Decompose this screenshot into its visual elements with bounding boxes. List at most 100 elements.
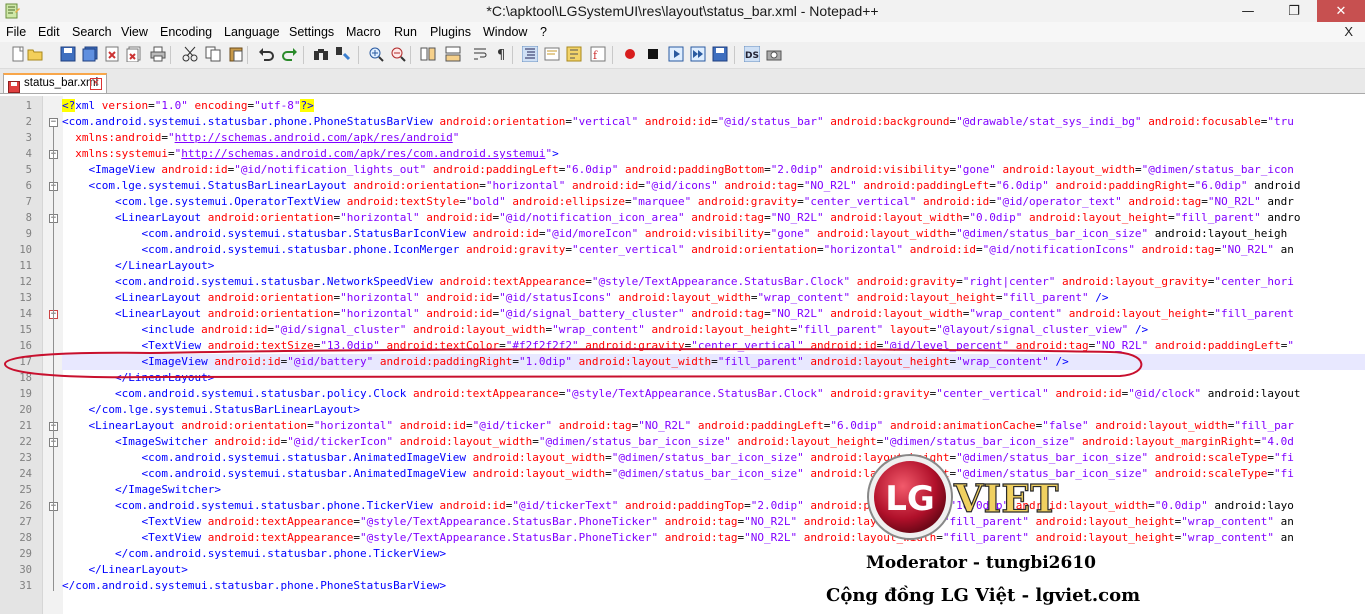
menu-plugins[interactable]: Plugins bbox=[430, 25, 471, 39]
code-line[interactable]: <TextView android:textAppearance="@style… bbox=[62, 514, 1293, 530]
window-title: *C:\apktool\LGSystemUI\res\layout\status… bbox=[486, 3, 879, 19]
code-line[interactable]: xmlns:systemui="http://schemas.android.c… bbox=[62, 146, 558, 162]
code-line[interactable]: </LinearLayout> bbox=[62, 258, 214, 274]
tab-close-icon[interactable]: × bbox=[90, 78, 102, 90]
user-lang-icon[interactable] bbox=[544, 46, 560, 62]
menu-encoding[interactable]: Encoding bbox=[160, 25, 212, 39]
code-line[interactable]: <com.android.systemui.statusbar.NetworkS… bbox=[62, 274, 1294, 290]
code-line[interactable]: <com.android.systemui.statusbar.phone.Ph… bbox=[62, 114, 1294, 130]
maximize-button[interactable]: ❐ bbox=[1271, 0, 1317, 22]
code-line[interactable]: xmlns:android="http://schemas.android.co… bbox=[62, 130, 459, 146]
code-line[interactable]: </ImageSwitcher> bbox=[62, 482, 221, 498]
spell-check-icon[interactable] bbox=[766, 46, 782, 62]
code-line[interactable]: <?xml version="1.0" encoding="utf-8"?> bbox=[62, 98, 314, 114]
sync-horizontal-icon[interactable] bbox=[445, 46, 461, 62]
zoom-in-icon[interactable] bbox=[368, 46, 384, 62]
save-all-icon[interactable] bbox=[82, 46, 98, 62]
indent-guide-icon[interactable] bbox=[522, 46, 538, 62]
toolbar-separator bbox=[512, 46, 513, 64]
menu-search[interactable]: Search bbox=[72, 25, 112, 39]
function-list-icon[interactable]: f bbox=[590, 46, 606, 62]
minimize-button[interactable]: — bbox=[1225, 0, 1271, 22]
svg-text:DS: DS bbox=[745, 51, 759, 61]
line-number: 31 bbox=[19, 580, 32, 592]
save-icon[interactable] bbox=[60, 46, 76, 62]
line-number: 24 bbox=[19, 468, 32, 480]
line-number: 19 bbox=[19, 388, 32, 400]
redo-icon[interactable] bbox=[282, 46, 298, 62]
run-macro-multiple-icon[interactable] bbox=[690, 46, 706, 62]
copy-icon[interactable] bbox=[205, 46, 221, 62]
menu-window[interactable]: Window bbox=[483, 25, 527, 39]
code-line[interactable]: </LinearLayout> bbox=[62, 370, 214, 386]
find-icon[interactable] bbox=[313, 46, 329, 62]
close-icon[interactable] bbox=[104, 46, 120, 62]
undo-icon[interactable] bbox=[258, 46, 274, 62]
line-number: 4 bbox=[25, 148, 32, 160]
line-number: 5 bbox=[25, 164, 32, 176]
code-line[interactable]: <ImageView android:id="@id/battery" andr… bbox=[62, 354, 1068, 370]
fold-toggle[interactable]: − bbox=[49, 118, 58, 127]
save-macro-icon[interactable] bbox=[712, 46, 728, 62]
code-editor[interactable]: 1 2 3 4 5 6 7 8 9 10 11 12 13 14 15 16 17 18 19 20 21 22 23 24 2… bbox=[0, 96, 1365, 614]
paste-icon[interactable] bbox=[228, 46, 244, 62]
code-line[interactable]: <com.android.systemui.statusbar.policy.C… bbox=[62, 386, 1301, 402]
code-line[interactable]: <com.android.systemui.statusbar.phone.Ti… bbox=[62, 498, 1294, 514]
zoom-out-icon[interactable] bbox=[390, 46, 406, 62]
play-macro-icon[interactable] bbox=[668, 46, 684, 62]
code-line[interactable]: <com.lge.systemui.OperatorTextView andro… bbox=[62, 194, 1294, 210]
code-line[interactable]: </LinearLayout> bbox=[62, 562, 188, 578]
doc-map-icon[interactable] bbox=[566, 46, 582, 62]
code-line[interactable]: </com.android.systemui.statusbar.phone.T… bbox=[62, 546, 446, 562]
menu-view[interactable]: View bbox=[121, 25, 148, 39]
line-number: 14 bbox=[19, 308, 32, 320]
sync-vertical-icon[interactable] bbox=[420, 46, 436, 62]
line-number: 7 bbox=[25, 196, 32, 208]
code-line[interactable]: </com.android.systemui.statusbar.phone.P… bbox=[62, 578, 446, 594]
open-file-icon[interactable] bbox=[27, 46, 43, 62]
menu-macro[interactable]: Macro bbox=[346, 25, 381, 39]
line-number: 18 bbox=[19, 372, 32, 384]
line-number-gutter: 1 2 3 4 5 6 7 8 9 10 11 12 13 14 15 16 17 18 19 20 21 22 23 24 2… bbox=[0, 96, 42, 614]
new-file-icon[interactable] bbox=[10, 46, 26, 62]
stop-macro-icon[interactable] bbox=[645, 46, 661, 62]
tab-bar: status_bar.xml × bbox=[0, 69, 1365, 94]
code-line[interactable]: <LinearLayout android:orientation="horiz… bbox=[62, 306, 1294, 322]
line-number: 12 bbox=[19, 276, 32, 288]
show-all-chars-icon[interactable]: ¶ bbox=[494, 46, 510, 62]
print-icon[interactable] bbox=[150, 46, 166, 62]
code-line[interactable]: <LinearLayout android:orientation="horiz… bbox=[62, 210, 1301, 226]
code-line[interactable]: </com.lge.systemui.StatusBarLinearLayout… bbox=[62, 402, 361, 418]
word-wrap-icon[interactable] bbox=[472, 46, 488, 62]
code-line[interactable]: <LinearLayout android:orientation="horiz… bbox=[62, 418, 1294, 434]
code-line[interactable]: <com.lge.systemui.StatusBarLinearLayout … bbox=[62, 178, 1301, 194]
tab-status-bar-xml[interactable]: status_bar.xml × bbox=[3, 73, 107, 93]
close-document-button[interactable]: X bbox=[1344, 24, 1353, 39]
menu-file[interactable]: File bbox=[6, 25, 26, 39]
menu-help[interactable]: ? bbox=[540, 25, 547, 39]
code-line[interactable]: <ImageSwitcher android:id="@id/tickerIco… bbox=[62, 434, 1294, 450]
code-line[interactable]: <com.android.systemui.statusbar.StatusBa… bbox=[62, 226, 1287, 242]
close-window-button[interactable]: ✕ bbox=[1317, 0, 1365, 22]
record-macro-icon[interactable] bbox=[622, 46, 638, 62]
menu-language[interactable]: Language bbox=[224, 25, 280, 39]
code-line[interactable]: <com.android.systemui.statusbar.Animated… bbox=[62, 466, 1293, 482]
code-line[interactable]: <ImageView android:id="@id/notification_… bbox=[62, 162, 1294, 178]
code-line[interactable]: <com.android.systemui.statusbar.Animated… bbox=[62, 450, 1293, 466]
cut-icon[interactable] bbox=[182, 46, 198, 62]
line-number: 1 bbox=[25, 100, 32, 112]
replace-icon[interactable] bbox=[335, 46, 351, 62]
code-line[interactable]: <TextView android:textAppearance="@style… bbox=[62, 530, 1293, 546]
code-line[interactable]: <TextView android:textSize="13.0dip" and… bbox=[62, 338, 1293, 354]
code-line[interactable]: <include android:id="@id/signal_cluster"… bbox=[62, 322, 1148, 338]
code-line[interactable]: <LinearLayout android:orientation="horiz… bbox=[62, 290, 1108, 306]
menu-edit[interactable]: Edit bbox=[38, 25, 60, 39]
code-line[interactable]: <com.android.systemui.statusbar.phone.Ic… bbox=[62, 242, 1293, 258]
logo-lg-text: LG bbox=[885, 479, 935, 519]
menu-settings[interactable]: Settings bbox=[289, 25, 334, 39]
menu-run[interactable]: Run bbox=[394, 25, 417, 39]
line-number: 2 bbox=[25, 116, 32, 128]
svg-text:¶: ¶ bbox=[497, 48, 505, 62]
close-all-icon[interactable] bbox=[126, 46, 142, 62]
doc-switcher-icon[interactable]: DS bbox=[744, 46, 760, 62]
